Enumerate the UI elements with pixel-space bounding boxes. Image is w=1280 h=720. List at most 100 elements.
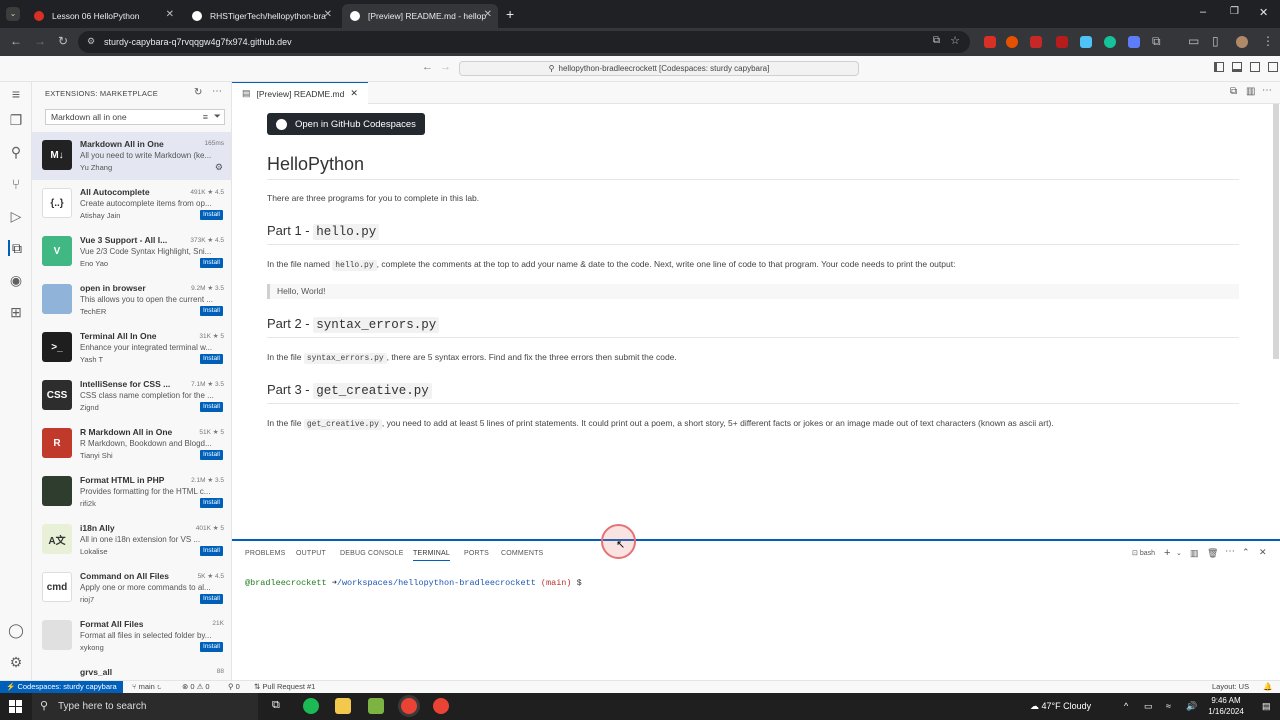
- branch-status[interactable]: ⑂ main ↻: [132, 681, 161, 693]
- windows-start-icon[interactable]: [9, 700, 22, 713]
- extension-icon[interactable]: [984, 36, 996, 48]
- extension-item[interactable]: Format HTML in PHP 2.1M ★ 3.5 Provides for…: [32, 468, 231, 516]
- chevron-down-icon[interactable]: ⌄: [1176, 549, 1182, 557]
- extension-icon[interactable]: [1006, 36, 1018, 48]
- new-terminal-icon[interactable]: +: [1164, 547, 1170, 559]
- install-icon[interactable]: ⧉: [933, 35, 940, 46]
- browser-tab-preview[interactable]: [Preview] README.md - hellop ✕: [342, 4, 498, 28]
- extensions-icon[interactable]: ⧉: [8, 240, 24, 256]
- install-button[interactable]: Install: [200, 306, 223, 316]
- install-button[interactable]: Install: [200, 498, 223, 508]
- cast-icon[interactable]: ▭: [1188, 34, 1199, 48]
- terminal-shell-selector[interactable]: ⊡ bash: [1132, 549, 1155, 557]
- task-view-icon[interactable]: ⧉: [272, 699, 280, 712]
- open-source-icon[interactable]: ⧉: [1230, 86, 1237, 97]
- tab-readme-preview[interactable]: ▤ [Preview] README.md ✕: [232, 82, 368, 104]
- notifications-icon[interactable]: ▤: [1262, 693, 1271, 720]
- install-button[interactable]: Install: [200, 450, 223, 460]
- address-bar[interactable]: ⚙ sturdy-capybara-q7rvqqgw4g7fx974.githu…: [78, 31, 970, 53]
- keyboard-layout-status[interactable]: Layout: US: [1212, 681, 1249, 693]
- customize-layout-icon[interactable]: [1268, 62, 1278, 72]
- scrollbar-thumb[interactable]: [1273, 104, 1279, 359]
- split-editor-icon[interactable]: ▥: [1246, 86, 1255, 97]
- chevron-up-icon[interactable]: ^: [1124, 693, 1128, 720]
- close-window-button[interactable]: ✕: [1259, 6, 1268, 19]
- extension-item[interactable]: A文 i18n Ally 401K ★ 5 All in one i18n exten…: [32, 516, 231, 564]
- extension-item[interactable]: Format All Files 21K Format all files in s…: [32, 612, 231, 660]
- reload-icon[interactable]: ↻: [58, 34, 68, 48]
- more-actions-icon[interactable]: ⋯: [1262, 85, 1272, 96]
- remote-indicator[interactable]: ⚡ Codespaces: sturdy capybara: [0, 681, 123, 693]
- volume-icon[interactable]: 🔊: [1186, 693, 1197, 720]
- install-button[interactable]: Install: [200, 402, 223, 412]
- app-icon[interactable]: [368, 698, 384, 714]
- toggle-primary-sidebar-icon[interactable]: [1214, 62, 1224, 72]
- close-icon[interactable]: ✕: [484, 9, 492, 20]
- extension-item[interactable]: open in browser 9.2M ★ 3.5 This allows you…: [32, 276, 231, 324]
- clock[interactable]: 9:46 AM 1/16/2024: [1202, 695, 1250, 717]
- install-button[interactable]: Install: [200, 546, 223, 556]
- toggle-secondary-sidebar-icon[interactable]: [1250, 62, 1260, 72]
- extensions-puzzle-icon[interactable]: ⧉: [1152, 34, 1161, 49]
- accounts-icon[interactable]: ◯: [8, 622, 24, 638]
- source-control-icon[interactable]: ⑂: [8, 176, 24, 192]
- install-button[interactable]: Install: [200, 594, 223, 604]
- extension-item[interactable]: CSS IntelliSense for CSS ... 7.1M ★ 3.5 CSS…: [32, 372, 231, 420]
- extension-item[interactable]: cmd Command on All Files 5K ★ 4.5 Apply one…: [32, 564, 231, 612]
- close-panel-icon[interactable]: ✕: [1259, 547, 1267, 558]
- tab-problems[interactable]: PROBLEMS: [245, 550, 286, 557]
- kill-terminal-icon[interactable]: 🗑: [1207, 548, 1218, 559]
- spotify-icon[interactable]: [303, 698, 319, 714]
- install-button[interactable]: Install: [200, 210, 223, 220]
- refresh-icon[interactable]: ↻: [194, 87, 202, 98]
- side-panel-icon[interactable]: ▯: [1212, 34, 1219, 48]
- more-actions-icon[interactable]: ⋯: [1225, 546, 1235, 557]
- chrome-icon[interactable]: [401, 698, 417, 714]
- remote-explorer-icon[interactable]: ⊞: [8, 304, 24, 320]
- minimize-button[interactable]: –: [1200, 6, 1206, 18]
- network-icon[interactable]: ▭: [1144, 693, 1153, 720]
- forward-icon[interactable]: →: [440, 61, 451, 73]
- install-button[interactable]: Install: [200, 354, 223, 364]
- extension-item[interactable]: {..} All Autocomplete 491K ★ 4.5 Create aut…: [32, 180, 231, 228]
- tab-debug-console[interactable]: DEBUG CONSOLE: [340, 550, 404, 557]
- extension-item[interactable]: >_ Terminal All In One 31K ★ 5 Enhance your…: [32, 324, 231, 372]
- close-icon[interactable]: ✕: [350, 88, 358, 99]
- menu-icon[interactable]: ⋮: [1262, 34, 1274, 48]
- new-tab-button[interactable]: +: [506, 6, 514, 22]
- taskbar-search-input[interactable]: ⚲ Type here to search: [32, 693, 258, 720]
- extension-icon[interactable]: [1030, 36, 1042, 48]
- extension-icon[interactable]: [1080, 36, 1092, 48]
- extension-item[interactable]: R R Markdown All in One 51K ★ 5 R Markdown,…: [32, 420, 231, 468]
- tab-search-icon[interactable]: ⌄: [6, 7, 20, 21]
- file-explorer-icon[interactable]: [335, 698, 351, 714]
- forward-icon[interactable]: →: [34, 34, 46, 48]
- extension-item[interactable]: M↓ Markdown All in One 165ms All you need t…: [32, 132, 231, 180]
- browser-tab-lesson[interactable]: Lesson 06 HelloPython ✕: [26, 4, 180, 28]
- menu-icon[interactable]: ≡: [8, 86, 24, 102]
- open-in-codespaces-badge[interactable]: Open in GitHub Codespaces: [267, 113, 425, 135]
- explorer-icon[interactable]: ❐: [8, 112, 24, 128]
- github-icon[interactable]: ◉: [8, 272, 24, 288]
- back-icon[interactable]: ←: [422, 61, 433, 73]
- extension-item[interactable]: grvs_all 88: [32, 660, 231, 680]
- restore-button[interactable]: ❐: [1230, 6, 1239, 17]
- maximize-panel-icon[interactable]: ⌃: [1242, 547, 1250, 558]
- gear-icon[interactable]: ⚙: [215, 162, 223, 173]
- avatar[interactable]: [1236, 36, 1248, 48]
- tab-output[interactable]: OUTPUT: [296, 550, 326, 557]
- split-terminal-icon[interactable]: ▥: [1190, 548, 1199, 559]
- bookmark-star-icon[interactable]: ☆: [950, 34, 960, 47]
- problems-status[interactable]: ⊗ 0 ⚠ 0: [182, 681, 210, 693]
- grammarly-icon[interactable]: [1104, 36, 1116, 48]
- weather-widget[interactable]: ☁ 47°F Cloudy: [1030, 693, 1091, 720]
- search-icon[interactable]: ⚲: [8, 144, 24, 160]
- extension-item[interactable]: V Vue 3 Support - All I... 373K ★ 4.5 Vue 2…: [32, 228, 231, 276]
- command-center[interactable]: ⚲ hellopython-bradleecrockett [Codespace…: [459, 61, 859, 76]
- extension-search-input[interactable]: Markdown all in one ≡ ⏷: [45, 109, 225, 125]
- gear-icon[interactable]: ⚙: [8, 654, 24, 670]
- site-info-icon[interactable]: ⚙: [87, 36, 95, 47]
- ports-status[interactable]: ⚲ 0: [228, 681, 240, 693]
- tab-terminal[interactable]: TERMINAL: [413, 550, 450, 561]
- chrome-icon[interactable]: [433, 698, 449, 714]
